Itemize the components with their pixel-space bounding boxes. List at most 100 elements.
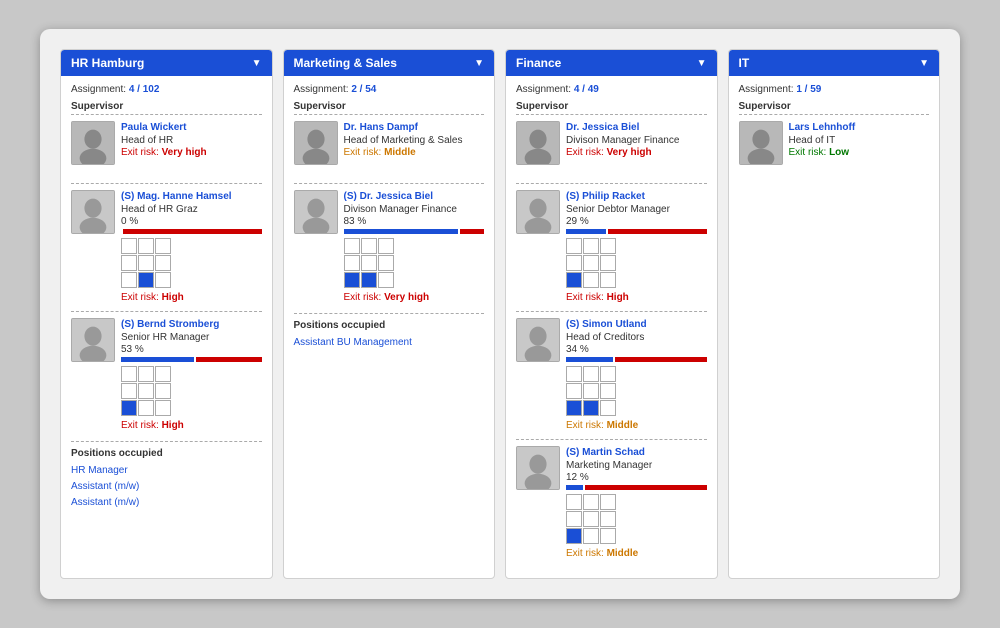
supervisor-role: Divison Manager Finance [566, 134, 707, 147]
supervisor-name: Lars Lehnhoff [789, 121, 930, 134]
column-it: IT ▼ Assignment: 1 / 59Supervisor Lars L… [728, 49, 941, 579]
grid-cell [583, 528, 599, 544]
grid-cell [583, 272, 599, 288]
section-divider [294, 183, 485, 184]
supervisor-info: Lars Lehnhoff Head of IT Exit risk: Low [789, 121, 930, 158]
grid-cell [121, 400, 137, 416]
avatar [516, 121, 560, 165]
supervisor-exit-risk: Exit risk: Very high [566, 147, 707, 158]
successor-name: (S) Mag. Hanne Hamsel [121, 190, 262, 203]
assignment-value: 4 / 49 [574, 84, 599, 95]
dropdown-arrow-icon[interactable]: ▼ [474, 58, 484, 69]
supervisor-label: Supervisor [739, 101, 930, 115]
column-body-marketing-sales: Assignment: 2 / 54Supervisor Dr. Hans Da… [284, 76, 495, 578]
exit-risk-value: High [162, 292, 184, 303]
columns-wrapper: HR Hamburg ▼ Assignment: 4 / 102 Supervis… [60, 49, 940, 579]
grid-cell [566, 272, 582, 288]
successor-card: (S) Mag. Hanne Hamsel Head of HR Graz 0 … [71, 190, 262, 303]
successor-role: Marketing Manager [566, 459, 707, 472]
successor-card: (S) Dr. Jessica Biel Divison Manager Fin… [294, 190, 485, 303]
successor-role: Senior HR Manager [121, 331, 262, 344]
grid-cell [566, 400, 582, 416]
exit-risk-value: Very high [607, 147, 652, 158]
grid-cell [155, 238, 171, 254]
positions-occupied-section: Positions occupiedHR ManagerAssistant (m… [71, 441, 262, 511]
successor-info: (S) Philip Racket Senior Debtor Manager … [566, 190, 707, 303]
progress-bar [121, 229, 262, 234]
supervisor-name: Dr. Jessica Biel [566, 121, 707, 134]
exit-risk-value: Low [829, 147, 849, 158]
successor-card: (S) Martin Schad Marketing Manager 12 % … [516, 446, 707, 559]
grid-cell [583, 366, 599, 382]
supervisor-name: Paula Wickert [121, 121, 262, 134]
successor-exit-risk: Exit risk: High [121, 420, 262, 431]
supervisor-exit-risk: Exit risk: Very high [121, 147, 262, 158]
supervisor-card: Dr. Hans Dampf Head of Marketing & Sales… [294, 121, 485, 173]
grid-cell [138, 366, 154, 382]
successor-role: Senior Debtor Manager [566, 203, 707, 216]
successor-exit-risk: Exit risk: Middle [566, 548, 707, 559]
grid-cell [344, 272, 360, 288]
grid-cell [566, 528, 582, 544]
column-title: HR Hamburg [71, 56, 144, 70]
grid-cell [583, 494, 599, 510]
successor-card: (S) Bernd Stromberg Senior HR Manager 53… [71, 318, 262, 431]
grid-cell [121, 272, 137, 288]
progress-label: 0 % [121, 216, 262, 227]
column-header-it[interactable]: IT ▼ [729, 50, 940, 76]
successor-exit-risk: Exit risk: High [566, 292, 707, 303]
grid-cell [583, 400, 599, 416]
progress-bar [344, 229, 485, 234]
column-header-finance[interactable]: Finance ▼ [506, 50, 717, 76]
avatar [739, 121, 783, 165]
dropdown-arrow-icon[interactable]: ▼ [252, 58, 262, 69]
positions-occupied-section: Positions occupiedAssistant BU Managemen… [294, 313, 485, 351]
assignment-line: Assignment: 4 / 102 [71, 84, 262, 95]
successor-role: Divison Manager Finance [344, 203, 485, 216]
supervisor-card: Lars Lehnhoff Head of IT Exit risk: Low [739, 121, 930, 173]
dropdown-arrow-icon[interactable]: ▼ [697, 58, 707, 69]
grid-box [344, 238, 485, 288]
position-item: Assistant BU Management [294, 335, 485, 351]
column-finance: Finance ▼ Assignment: 4 / 49Supervisor D… [505, 49, 718, 579]
successor-exit-risk: Exit risk: Very high [344, 292, 485, 303]
grid-cell [600, 383, 616, 399]
successor-name: (S) Philip Racket [566, 190, 707, 203]
grid-cell [121, 383, 137, 399]
successor-name: (S) Bernd Stromberg [121, 318, 262, 331]
grid-cell [566, 511, 582, 527]
grid-cell [121, 238, 137, 254]
successor-info: (S) Bernd Stromberg Senior HR Manager 53… [121, 318, 262, 431]
grid-cell [121, 255, 137, 271]
column-header-hr-hamburg[interactable]: HR Hamburg ▼ [61, 50, 272, 76]
grid-cell [566, 366, 582, 382]
column-title: IT [739, 56, 750, 70]
successor-name: (S) Martin Schad [566, 446, 707, 459]
progress-bar [566, 485, 707, 490]
grid-cell [600, 511, 616, 527]
section-divider [516, 183, 707, 184]
exit-risk-value: Middle [384, 147, 416, 158]
grid-cell [583, 255, 599, 271]
avatar [294, 121, 338, 165]
grid-cell [155, 366, 171, 382]
assignment-value: 4 / 102 [129, 84, 160, 95]
dropdown-arrow-icon[interactable]: ▼ [919, 58, 929, 69]
supervisor-label: Supervisor [71, 101, 262, 115]
grid-cell [600, 528, 616, 544]
grid-cell [138, 272, 154, 288]
avatar [516, 318, 560, 362]
grid-box [566, 238, 707, 288]
avatar [516, 446, 560, 490]
grid-cell [600, 366, 616, 382]
avatar [71, 318, 115, 362]
grid-cell [361, 255, 377, 271]
column-header-marketing-sales[interactable]: Marketing & Sales ▼ [284, 50, 495, 76]
progress-label: 29 % [566, 216, 707, 227]
grid-cell [138, 255, 154, 271]
grid-cell [155, 255, 171, 271]
avatar [71, 190, 115, 234]
positions-occupied-label: Positions occupied [71, 448, 262, 459]
successor-info: (S) Simon Utland Head of Creditors 34 % … [566, 318, 707, 431]
supervisor-exit-risk: Exit risk: Low [789, 147, 930, 158]
